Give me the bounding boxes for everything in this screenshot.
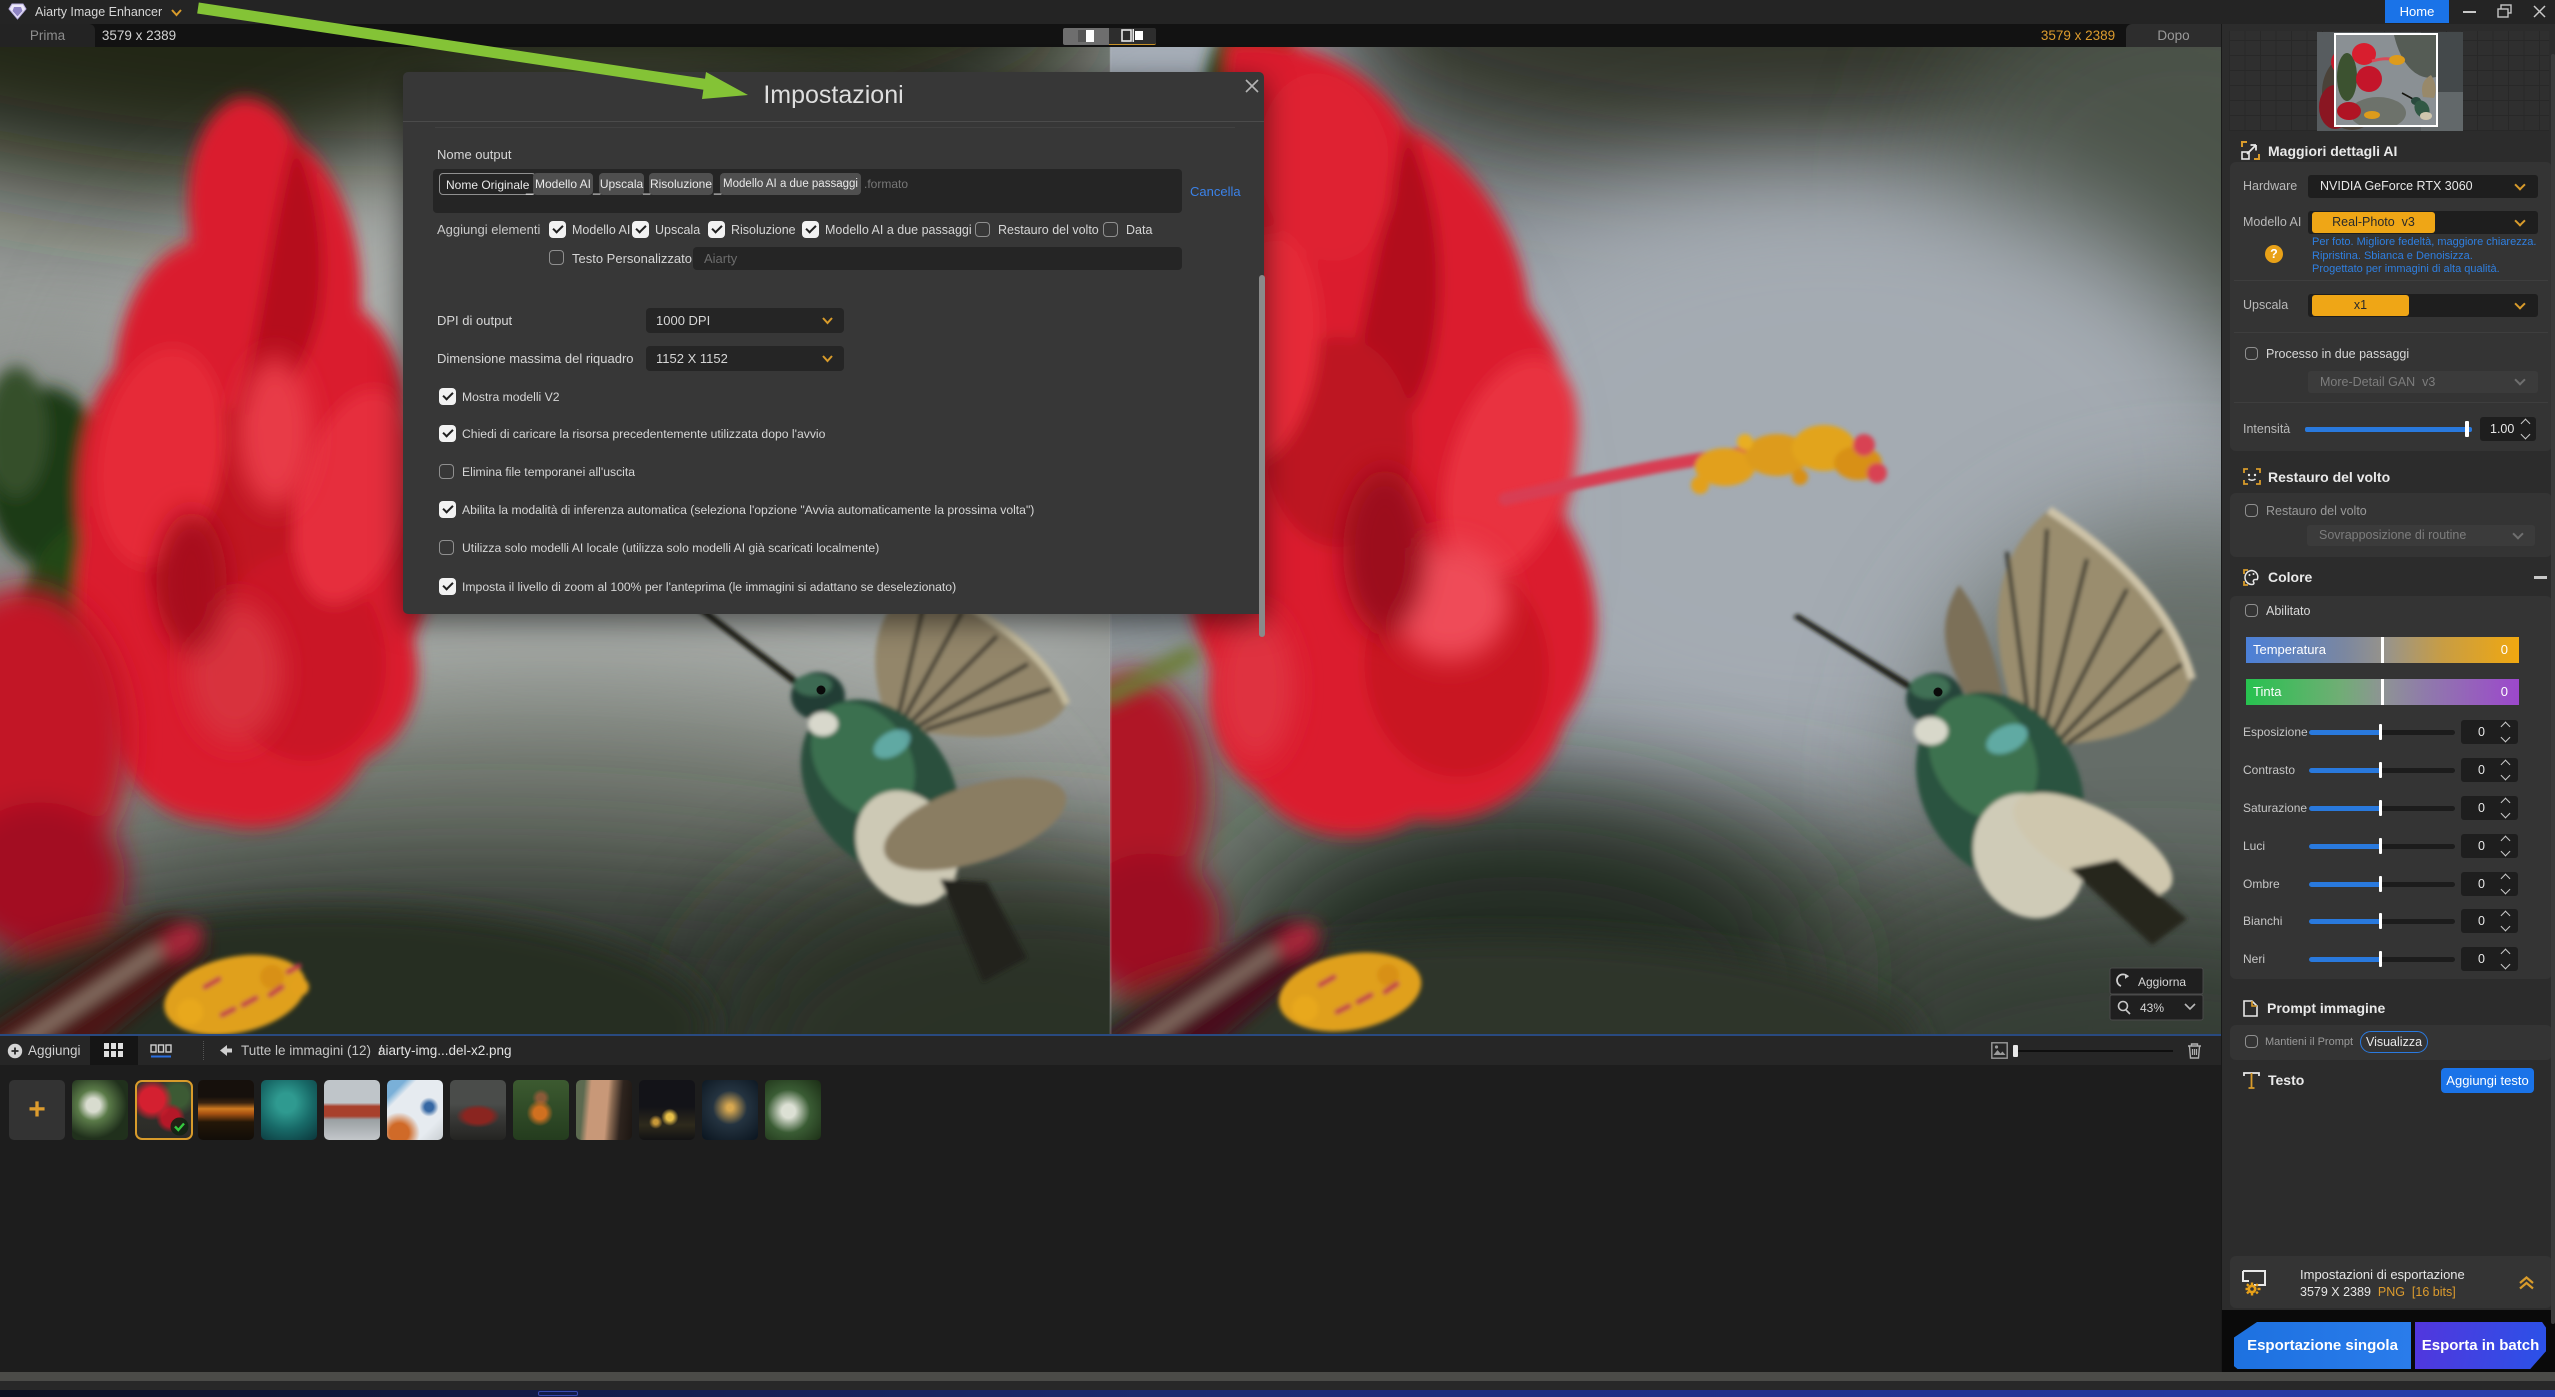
svg-text:Aggiorna: Aggiorna <box>2138 975 2186 989</box>
svg-text:43%: 43% <box>2140 1001 2164 1015</box>
